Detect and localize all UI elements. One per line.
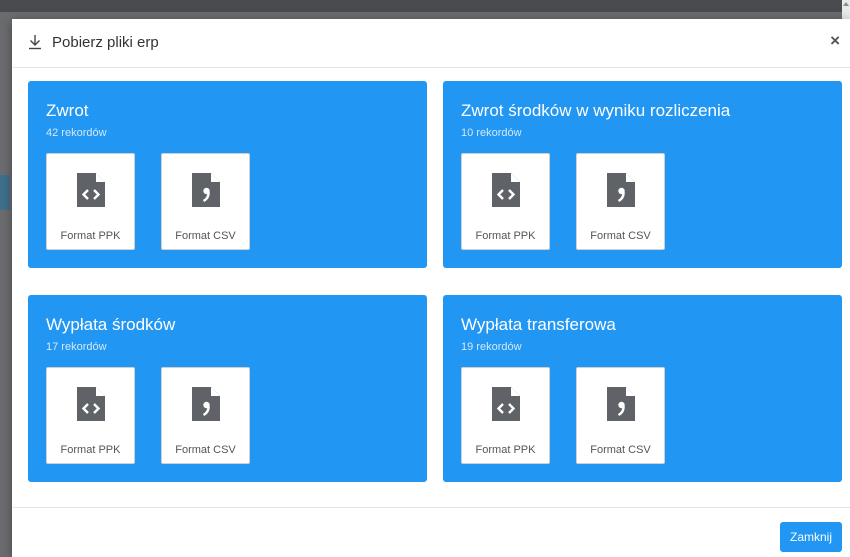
card-title: Wypłata transferowa: [461, 315, 616, 334]
close-button[interactable]: Zamknij: [779, 522, 842, 552]
format-ppk-button[interactable]: Format PPK: [46, 367, 135, 464]
format-csv-button[interactable]: Format CSV: [576, 153, 665, 250]
button-label: Format CSV: [175, 230, 236, 242]
file-code-icon: [77, 173, 105, 207]
button-label: Format PPK: [60, 444, 121, 456]
button-label: Format CSV: [590, 444, 651, 456]
format-csv-button[interactable]: Format CSV: [161, 153, 250, 250]
file-csv-icon: [607, 173, 635, 207]
file-csv-icon: [192, 387, 220, 421]
file-csv-icon: [192, 173, 220, 207]
card-record-count: 42 rekordów: [46, 127, 107, 139]
download-modal: Pobierz pliki erp × Zwrot 42 rekordów Fo…: [12, 19, 850, 557]
modal-body: Zwrot 42 rekordów Format PPK Format CSV …: [12, 68, 850, 506]
modal-header: Pobierz pliki erp ×: [12, 19, 850, 68]
button-label: Format PPK: [475, 230, 536, 242]
format-ppk-button[interactable]: Format PPK: [46, 153, 135, 250]
modal-footer: Zamknij: [12, 507, 850, 557]
card-title: Zwrot: [46, 101, 89, 120]
file-code-icon: [492, 387, 520, 421]
card-title: Wypłata środków: [46, 315, 176, 334]
format-csv-button[interactable]: Format CSV: [161, 367, 250, 464]
button-label: Format CSV: [590, 230, 651, 242]
file-code-icon: [77, 387, 105, 421]
file-code-icon: [492, 173, 520, 207]
erp-card-wyplata-transferowa: Wypłata transferowa 19 rekordów Format P…: [443, 295, 842, 482]
card-title: Zwrot środków w wyniku rozliczenia: [461, 101, 731, 120]
scroll-up-icon[interactable]: [843, 2, 849, 6]
download-icon: [29, 35, 41, 50]
button-label: Format PPK: [60, 230, 121, 242]
card-record-count: 10 rekordów: [461, 127, 522, 139]
file-csv-icon: [607, 387, 635, 421]
format-ppk-button[interactable]: Format PPK: [461, 153, 550, 250]
format-ppk-button[interactable]: Format PPK: [461, 367, 550, 464]
erp-card-zwrot-srodkow: Zwrot środków w wyniku rozliczenia 10 re…: [443, 81, 842, 268]
modal-title: Pobierz pliki erp: [52, 34, 159, 51]
erp-card-wyplata-srodkow: Wypłata środków 17 rekordów Format PPK F…: [28, 295, 427, 482]
background-strip: [0, 175, 10, 210]
button-label: Format PPK: [475, 444, 536, 456]
button-label: Format CSV: [175, 444, 236, 456]
format-csv-button[interactable]: Format CSV: [576, 367, 665, 464]
close-icon[interactable]: ×: [830, 31, 840, 51]
card-record-count: 19 rekordów: [461, 341, 522, 353]
card-record-count: 17 rekordów: [46, 341, 107, 353]
top-bar: [0, 0, 850, 12]
erp-card-zwrot: Zwrot 42 rekordów Format PPK Format CSV: [28, 81, 427, 268]
